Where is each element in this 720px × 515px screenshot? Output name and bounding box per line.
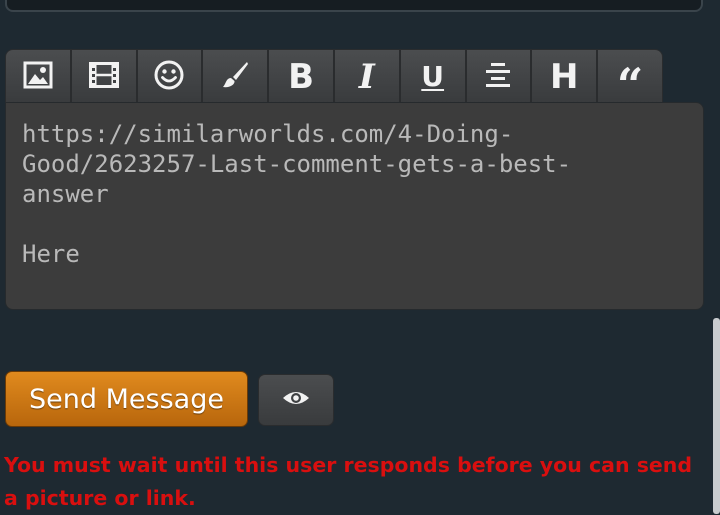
- send-message-button[interactable]: Send Message: [5, 371, 248, 427]
- italic-button[interactable]: I: [333, 49, 400, 103]
- page-scrollbar[interactable]: [713, 318, 720, 514]
- image-icon: [23, 60, 53, 94]
- heading-button[interactable]: H: [531, 49, 598, 103]
- previous-panel: [5, 0, 703, 12]
- align-center-button[interactable]: [465, 49, 532, 103]
- eye-icon: [282, 389, 310, 411]
- editor-toolbar: B I U H “: [5, 49, 663, 108]
- bold-button[interactable]: B: [268, 49, 334, 103]
- insert-emoji-button[interactable]: [136, 49, 203, 103]
- message-textarea[interactable]: https://similarworlds.com/4-Doing- Good/…: [5, 102, 704, 310]
- quote-button[interactable]: “: [597, 49, 663, 108]
- preview-button[interactable]: [258, 374, 334, 426]
- italic-icon: I: [358, 56, 375, 97]
- brush-icon: [220, 60, 250, 94]
- send-message-label: Send Message: [29, 383, 224, 415]
- align-center-icon: [483, 61, 513, 93]
- heading-icon: H: [550, 56, 579, 97]
- quote-icon: “: [616, 57, 644, 112]
- smiley-icon: [153, 59, 185, 95]
- underline-icon: U: [421, 59, 445, 93]
- warning-message: You must wait until this user responds b…: [4, 453, 693, 510]
- film-icon: [88, 61, 119, 92]
- underline-button[interactable]: U: [399, 49, 466, 103]
- paint-brush-button[interactable]: [202, 49, 269, 103]
- bold-icon: B: [288, 56, 315, 97]
- insert-image-button[interactable]: [5, 49, 71, 103]
- insert-video-button[interactable]: [70, 49, 137, 103]
